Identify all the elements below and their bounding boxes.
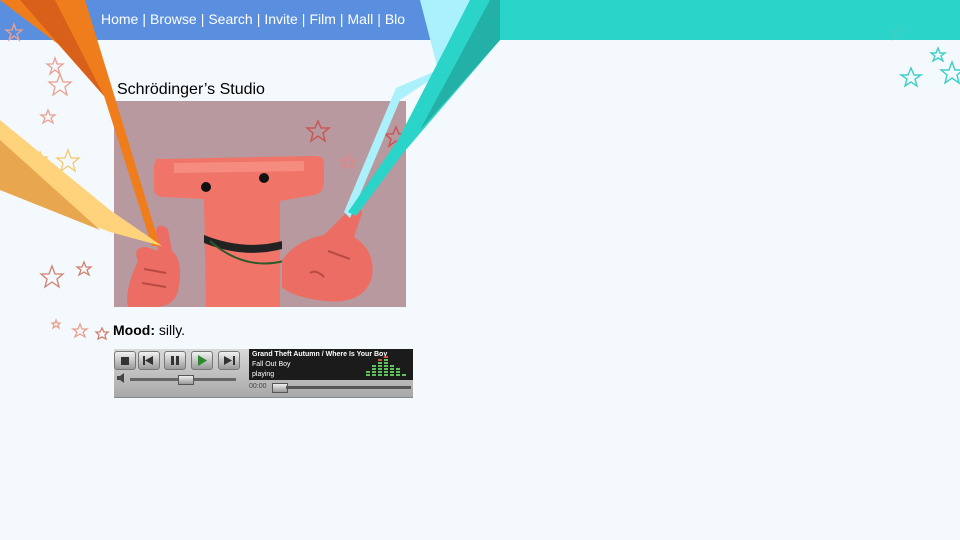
previous-icon — [143, 356, 153, 365]
music-player: Grand Theft Autumn / Where Is Your Boy F… — [114, 349, 413, 398]
mood-label: Mood: — [113, 322, 155, 338]
nav-separator: | — [142, 11, 146, 27]
main-nav: Home | Browse | Search | Invite | Film | Mall | Blo a… — [101, 11, 474, 29]
nav-browse-link[interactable]: Browse — [150, 11, 197, 27]
nav-separator: | — [377, 11, 381, 27]
nav-mall-link[interactable]: Mall — [348, 11, 374, 27]
nav-separator: | — [339, 11, 344, 27]
nav-invite-link[interactable]: Invite — [264, 11, 297, 27]
nav-blog-link[interactable]: Blo — [385, 11, 405, 27]
next-icon — [224, 356, 235, 365]
nav-home-link[interactable]: Home — [101, 11, 138, 27]
track-display: Grand Theft Autumn / Where Is Your Boy F… — [249, 349, 413, 380]
profile-avatar[interactable] — [114, 101, 408, 307]
stop-icon — [121, 357, 129, 365]
seek-track — [286, 386, 411, 389]
next-button[interactable] — [218, 351, 240, 370]
play-button[interactable] — [191, 351, 213, 370]
pause-icon — [171, 356, 179, 365]
stop-button[interactable] — [114, 351, 136, 370]
nav-favorites-link[interactable]: avo — [451, 11, 474, 27]
mood-value: silly. — [158, 322, 186, 338]
profile-name: Schrödinger’s Studio — [117, 81, 265, 98]
mood-line: Mood: silly. — [113, 322, 185, 338]
volume-icon — [117, 373, 124, 383]
play-icon — [198, 355, 207, 366]
avatar-illustration — [114, 101, 408, 307]
equalizer-icon — [366, 356, 406, 376]
nav-separator: | — [200, 11, 205, 27]
pause-button[interactable] — [164, 351, 186, 370]
elapsed-time: 00:00 — [249, 383, 267, 390]
volume-slider[interactable] — [178, 375, 194, 385]
nav-search-link[interactable]: Search — [208, 11, 252, 27]
nav-film-link[interactable]: Film — [309, 11, 335, 27]
previous-button[interactable] — [138, 351, 160, 370]
nav-separator: | — [301, 11, 306, 27]
nav-separator: | — [256, 11, 261, 27]
